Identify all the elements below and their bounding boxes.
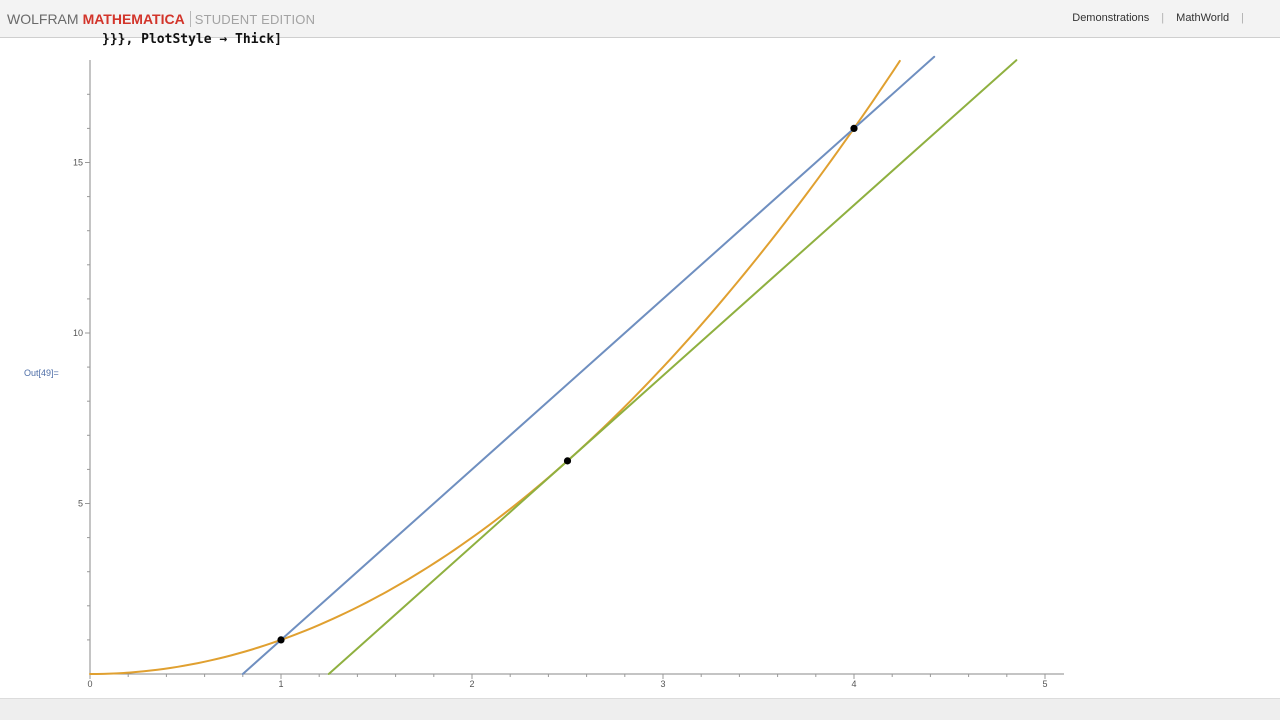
parabola-curve[interactable] [89, 59, 901, 675]
plot-graphic[interactable]: 0 1 2 3 4 5 5 10 15 [0, 40, 1280, 698]
secant-line[interactable] [241, 55, 936, 675]
x-tick-label: 3 [660, 679, 665, 689]
x-tick-label: 1 [278, 679, 283, 689]
wolfram-mathematica-logo: WOLFRAM MATHEMATICA STUDENT EDITION [7, 10, 315, 29]
brand-wolfram: WOLFRAM [7, 11, 79, 27]
mathworld-link[interactable]: MathWorld [1176, 12, 1229, 24]
x-tick-label: 4 [851, 679, 856, 689]
top-links: Demonstrations | MathWorld | [1072, 12, 1256, 24]
demonstrations-link[interactable]: Demonstrations [1072, 12, 1149, 24]
data-point[interactable] [277, 636, 285, 644]
y-tick-label: 15 [73, 158, 83, 168]
brand-divider [189, 11, 191, 27]
x-tick-label: 0 [87, 679, 92, 689]
y-tick-label: 5 [78, 499, 83, 509]
y-tick-label: 10 [73, 328, 83, 338]
data-point[interactable] [563, 457, 572, 465]
brand-mathematica: MATHEMATICA [82, 11, 185, 27]
tangent-line[interactable] [327, 59, 1018, 675]
x-tick-label: 2 [469, 679, 474, 689]
link-separator: | [1241, 12, 1244, 24]
data-point[interactable] [850, 124, 858, 132]
x-tick-label: 5 [1042, 679, 1047, 689]
brand-edition: STUDENT EDITION [194, 12, 316, 27]
status-bar [0, 698, 1280, 720]
link-separator: | [1161, 12, 1165, 24]
